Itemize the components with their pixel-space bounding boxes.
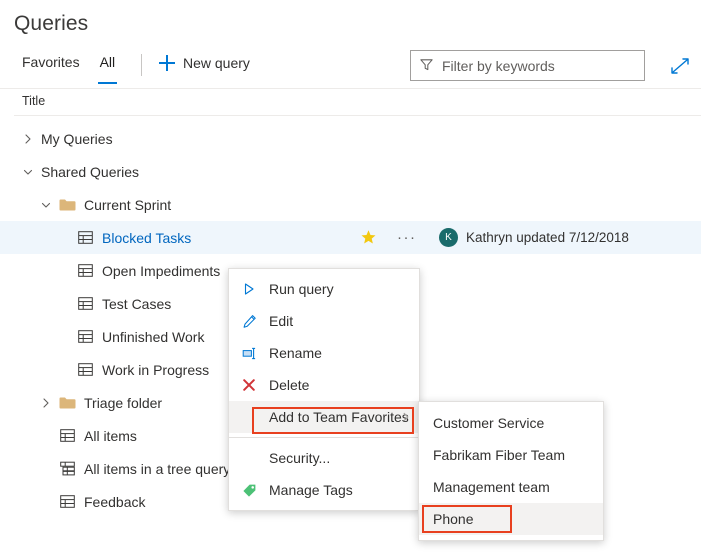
tree-row-label: Unfinished Work <box>102 329 204 345</box>
context-menu-item-run-query[interactable]: Run query <box>229 273 419 305</box>
tree-row-current-sprint[interactable]: Current Sprint <box>0 188 701 221</box>
tree-row-label: All items in a tree query <box>84 461 230 477</box>
submenu-item-fabrikam-fiber-team[interactable]: Fabrikam Fiber Team <box>419 439 603 471</box>
tree-row-shared-queries[interactable]: Shared Queries <box>0 155 701 188</box>
selected-row-meta: ··· K Kathryn updated 7/12/2018 <box>360 221 629 254</box>
query-grid-icon <box>59 427 76 444</box>
tree-row-blocked-tasks[interactable]: Blocked Tasks ··· K Kathryn updated 7/12… <box>0 221 701 254</box>
context-menu-item-label: Edit <box>269 313 293 329</box>
tree-row-my-queries[interactable]: My Queries <box>0 122 701 155</box>
context-menu-item-label: Manage Tags <box>269 482 353 498</box>
toolbar-divider <box>141 54 142 76</box>
context-menu-item-edit[interactable]: Edit <box>229 305 419 337</box>
team-favorites-submenu: Customer Service Fabrikam Fiber Team Man… <box>418 401 604 541</box>
tag-icon <box>241 482 257 498</box>
context-menu: Run query Edit Rename <box>228 268 420 511</box>
context-menu-divider <box>229 437 419 438</box>
context-menu-item-label: Rename <box>269 345 322 361</box>
query-grid-icon <box>77 229 94 246</box>
query-grid-icon <box>77 328 94 345</box>
chevron-right-icon[interactable] <box>22 133 34 145</box>
context-menu-item-add-to-team-favorites[interactable]: Add to Team Favorites <box>229 401 419 433</box>
query-grid-icon <box>59 493 76 510</box>
tree-row-label: Work in Progress <box>102 362 209 378</box>
submenu-item-label: Management team <box>433 479 550 495</box>
new-query-button[interactable]: New query <box>155 53 254 73</box>
folder-icon <box>59 196 76 213</box>
query-tree-icon <box>59 460 76 477</box>
tab-favorites[interactable]: Favorites <box>12 48 90 80</box>
plus-icon <box>159 55 175 71</box>
submenu-item-label: Phone <box>433 511 473 527</box>
tree-row-label: Test Cases <box>102 296 171 312</box>
column-header-title: Title <box>22 94 45 108</box>
ellipsis-icon[interactable]: ··· <box>397 230 419 245</box>
avatar-initial: K <box>445 232 452 243</box>
context-menu-item-label: Add to Team Favorites <box>269 409 409 425</box>
context-menu-item-delete[interactable]: Delete <box>229 369 419 401</box>
tree-row-label: All items <box>84 428 137 444</box>
submenu-item-label: Customer Service <box>433 415 544 431</box>
queries-page: Queries Favorites All New query Filter b… <box>0 0 701 553</box>
rename-icon <box>241 345 257 361</box>
close-x-icon <box>241 377 257 393</box>
tab-all-label: All <box>100 54 116 70</box>
column-header-divider <box>14 115 701 116</box>
chevron-down-icon[interactable] <box>40 199 52 211</box>
folder-icon <box>59 394 76 411</box>
submenu-item-management-team[interactable]: Management team <box>419 471 603 503</box>
query-grid-icon <box>77 262 94 279</box>
tab-favorites-label: Favorites <box>22 54 80 70</box>
chevron-right-icon <box>401 409 411 425</box>
context-menu-item-label: Delete <box>269 377 309 393</box>
filter-funnel-icon <box>419 57 434 75</box>
play-triangle-icon <box>241 281 257 297</box>
submenu-item-customer-service[interactable]: Customer Service <box>419 407 603 439</box>
tree-row-label: Feedback <box>84 494 145 510</box>
context-menu-item-rename[interactable]: Rename <box>229 337 419 369</box>
tree-row-label: Shared Queries <box>41 164 139 180</box>
query-grid-icon <box>77 361 94 378</box>
query-grid-icon <box>77 295 94 312</box>
context-menu-item-label: Run query <box>269 281 334 297</box>
tab-list: Favorites All <box>12 48 125 86</box>
avatar: K <box>439 228 458 247</box>
context-menu-item-security[interactable]: Security... <box>229 442 419 474</box>
filter-input[interactable]: Filter by keywords <box>442 58 555 74</box>
tree-row-label[interactable]: Blocked Tasks <box>102 230 191 246</box>
context-menu-item-manage-tags[interactable]: Manage Tags <box>229 474 419 506</box>
chevron-down-icon[interactable] <box>22 166 34 178</box>
pencil-icon <box>241 313 257 329</box>
page-title: Queries <box>14 12 88 36</box>
tree-row-label: Current Sprint <box>84 197 171 213</box>
submenu-item-phone[interactable]: Phone <box>419 503 603 535</box>
column-header-row: Title <box>0 89 701 115</box>
new-query-label: New query <box>183 55 250 71</box>
tree-row-label: Open Impediments <box>102 263 220 279</box>
context-menu-item-label: Security... <box>269 450 330 466</box>
chevron-right-icon[interactable] <box>40 397 52 409</box>
tree-row-label: Triage folder <box>84 395 162 411</box>
tree-row-label: My Queries <box>41 131 113 147</box>
tab-all[interactable]: All <box>90 48 126 80</box>
updated-text: Kathryn updated 7/12/2018 <box>466 230 629 245</box>
submenu-item-label: Fabrikam Fiber Team <box>433 447 565 463</box>
star-filled-icon[interactable] <box>360 229 377 246</box>
expand-diagonal-icon[interactable] <box>668 54 692 78</box>
filter-input-container[interactable]: Filter by keywords <box>410 50 645 81</box>
